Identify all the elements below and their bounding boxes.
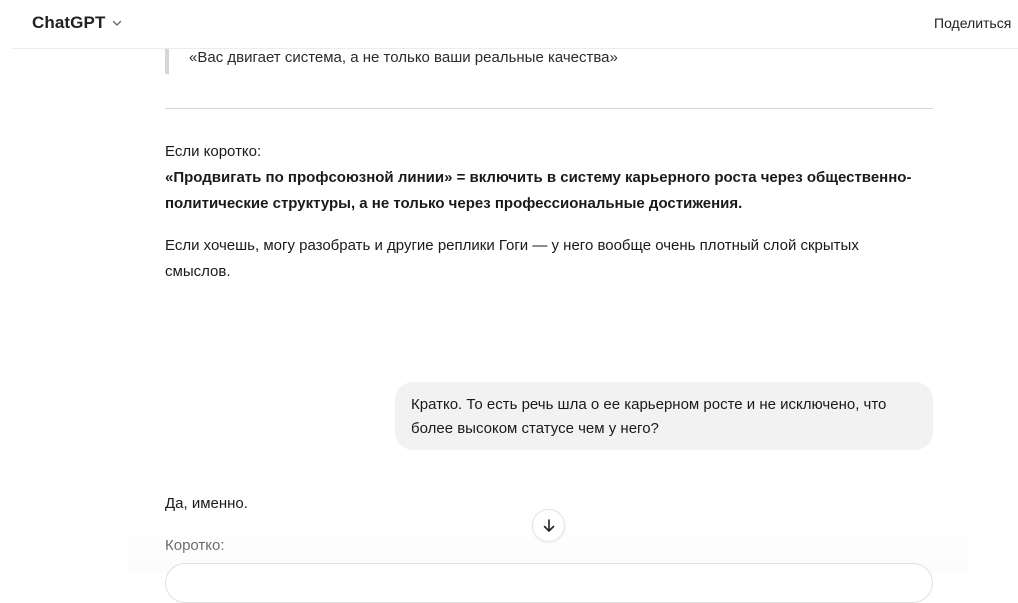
chevron-down-icon	[113, 20, 122, 26]
user-message-bubble: Кратко. То есть речь шла о ее карьерном …	[395, 382, 933, 450]
model-name: ChatGPT	[32, 13, 106, 32]
user-message-line-2: более высоком статусе чем у него?	[411, 420, 659, 437]
assistant-summary-intro: Если коротко:	[165, 143, 262, 160]
chat-thread: «Вас двигает система, а не только ваши р…	[0, 0, 1018, 603]
assistant-offer-line-2: смыслов.	[165, 263, 231, 280]
scroll-to-bottom-button[interactable]	[532, 509, 565, 542]
top-bar: ChatGPT Поделиться	[0, 0, 1018, 48]
share-label: Поделиться	[934, 15, 1012, 31]
arrow-down-icon	[543, 518, 554, 532]
share-button[interactable]: Поделиться	[918, 8, 1018, 38]
assistant-summary-bold-line-2: политические структуры, а не только чере…	[165, 195, 743, 212]
message-composer[interactable]	[165, 563, 933, 603]
header-divider	[12, 48, 1018, 49]
user-message-line-1: Кратко. То есть речь шла о ее карьерном …	[411, 396, 887, 413]
model-selector-button[interactable]: ChatGPT	[24, 8, 131, 38]
section-divider	[165, 108, 933, 109]
assistant-offer-line-1: Если хочешь, могу разобрать и другие реп…	[165, 237, 859, 254]
quote-text: «Вас двигает система, а не только ваши р…	[189, 49, 618, 66]
assistant-summary-bold-line-1: «Продвигать по профсоюзной линии» = вклю…	[165, 169, 912, 186]
